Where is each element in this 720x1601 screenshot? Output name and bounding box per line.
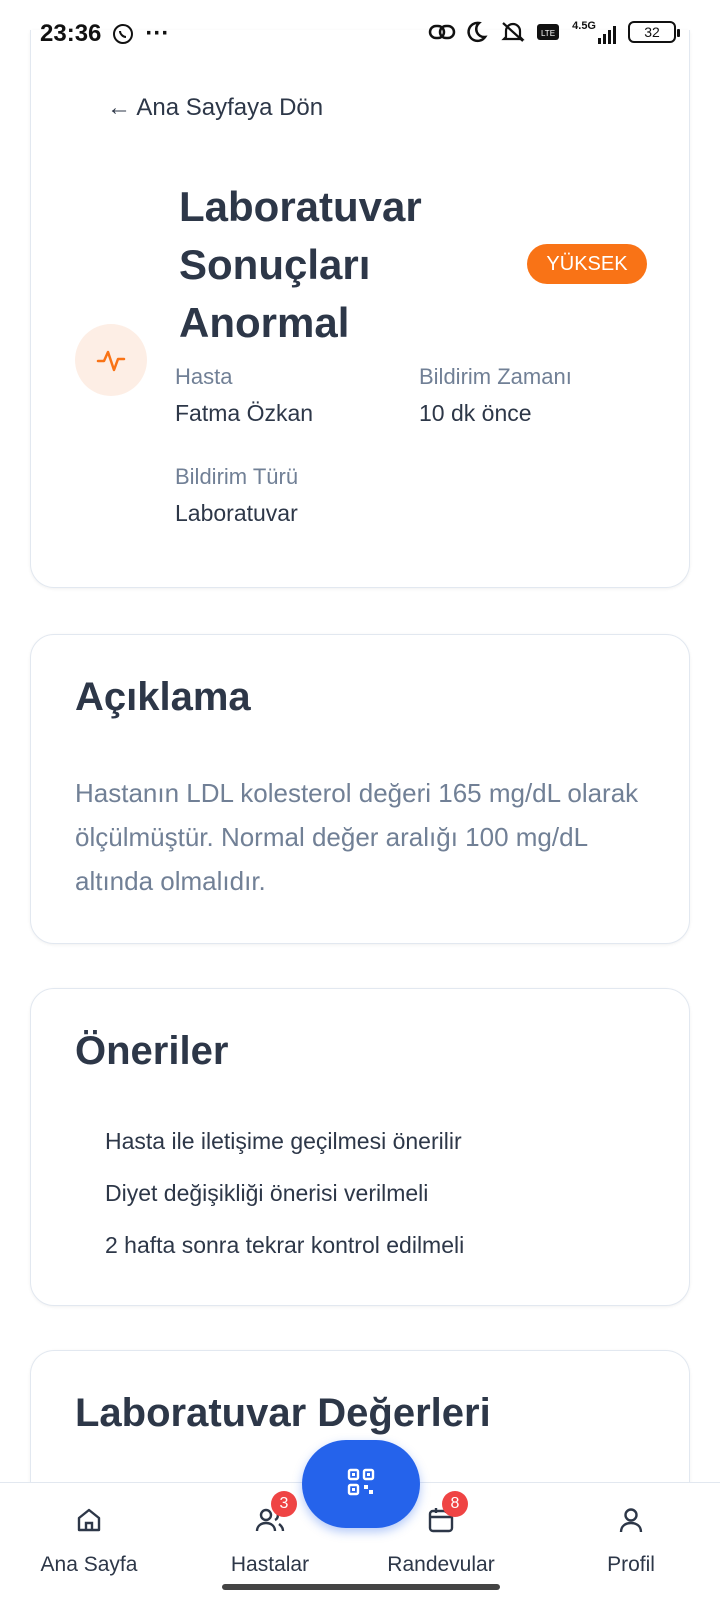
nav-item-home[interactable]: Ana Sayfa bbox=[14, 1483, 164, 1601]
back-link-label[interactable]: ← Ana Sayfaya Dön bbox=[107, 94, 323, 122]
patient-name: Fatma Özkan bbox=[175, 400, 314, 426]
user-icon[interactable] bbox=[616, 1505, 646, 1535]
lab-values-heading: Laboratuvar Değerleri bbox=[75, 1391, 491, 1435]
qr-scan-button[interactable] bbox=[302, 1440, 420, 1528]
status-time: 23:36 bbox=[40, 20, 102, 47]
home-indicator bbox=[222, 1584, 500, 1590]
signal-icon: 4.5G bbox=[572, 20, 616, 44]
suggestions-heading: Öneriler bbox=[75, 1029, 229, 1073]
nav-label-appointments[interactable]: Randevular bbox=[387, 1553, 494, 1577]
priority-badge: YÜKSEK bbox=[527, 244, 647, 284]
calendar-icon[interactable]: 8 bbox=[426, 1491, 468, 1535]
qr-code-icon[interactable] bbox=[346, 1467, 376, 1502]
description-card: Açıklama Hastanın LDL kolesterol değeri … bbox=[30, 634, 690, 944]
link-icon bbox=[428, 20, 456, 44]
list-item: 2 hafta sonra tekrar kontrol edilmeli bbox=[105, 1232, 465, 1258]
notification-time-label: Bildirim Zamanı bbox=[419, 364, 572, 389]
whatsapp-icon bbox=[111, 22, 135, 46]
nav-label-home[interactable]: Ana Sayfa bbox=[41, 1553, 138, 1577]
notification-title: Laboratuvar Sonuçları Anormal bbox=[179, 183, 422, 346]
svg-text:LTE: LTE bbox=[541, 29, 555, 38]
nav-label-patients[interactable]: Hastalar bbox=[231, 1553, 309, 1577]
bell-off-icon bbox=[500, 20, 525, 44]
notification-time-value: 10 dk önce bbox=[419, 400, 532, 426]
volte-icon: LTE bbox=[536, 20, 560, 44]
appointments-count-badge: 8 bbox=[442, 1491, 468, 1517]
battery-level: 32 bbox=[644, 24, 660, 40]
notification-header-card: ← Ana Sayfaya Dön Laboratuvar Sonuçları … bbox=[30, 30, 690, 588]
description-heading: Açıklama bbox=[75, 675, 251, 719]
status-bar: 23:36 ··· LTE 4.5G 32 bbox=[0, 0, 720, 72]
list-item: Hasta ile iletişime geçilmesi önerilir bbox=[105, 1128, 462, 1154]
suggestions-card: Öneriler Hasta ile iletişime geçilmesi ö… bbox=[30, 988, 690, 1306]
network-type: 4.5G bbox=[572, 20, 596, 32]
pulse-icon bbox=[75, 324, 147, 396]
description-text: Hastanın LDL kolesterol değeri 165 mg/dL… bbox=[75, 778, 639, 896]
patient-label: Hasta bbox=[175, 364, 233, 389]
notification-type-value: Laboratuvar bbox=[175, 500, 298, 526]
status-dots: ··· bbox=[145, 20, 170, 47]
list-item: Diyet değişikliği önerisi verilmeli bbox=[105, 1180, 429, 1206]
patients-count-badge: 3 bbox=[271, 1491, 297, 1517]
back-to-home-link[interactable]: ← Ana Sayfaya Dön bbox=[107, 94, 323, 122]
nav-item-profile[interactable]: Profil bbox=[556, 1483, 706, 1601]
battery-icon: 32 bbox=[628, 21, 680, 43]
home-icon[interactable] bbox=[74, 1505, 104, 1535]
users-icon[interactable]: 3 bbox=[255, 1491, 297, 1535]
notification-type-label: Bildirim Türü bbox=[175, 464, 299, 489]
nav-label-profile[interactable]: Profil bbox=[607, 1553, 655, 1577]
moon-icon bbox=[464, 20, 488, 44]
suggestions-list: Hasta ile iletişime geçilmesi önerilir D… bbox=[105, 1115, 464, 1271]
